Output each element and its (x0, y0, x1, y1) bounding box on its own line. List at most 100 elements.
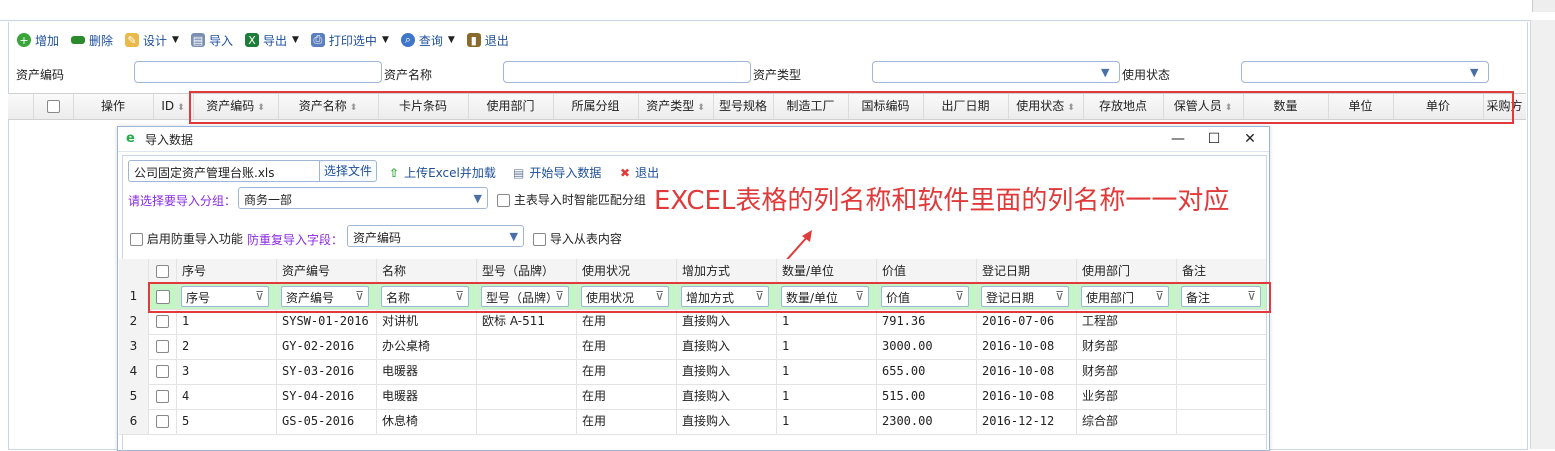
mapping-check-cell[interactable] (149, 284, 177, 309)
export-button[interactable]: X 导出 ▼ (244, 32, 299, 49)
dedupe-option[interactable]: 启用防重导入功能 (130, 230, 243, 247)
dialog-exit-button[interactable]: ✖ 退出 (620, 164, 659, 181)
minimize-button[interactable]: — (1168, 130, 1188, 148)
mapping-select[interactable]: 价值 ⊽ (881, 286, 969, 307)
col-header[interactable]: 使用状况 (577, 259, 677, 284)
table-row[interactable]: 3 2 GY-02-2016 办公桌椅 在用 直接购入 1 3000.00 2016-10-08… (119, 334, 1266, 360)
row-check-cell[interactable] (149, 384, 177, 409)
select-all-checkbox[interactable] (46, 100, 60, 113)
col-header[interactable]: 国标编码 (848, 94, 924, 119)
col-header[interactable]: 名称 (377, 259, 477, 284)
row-check-cell[interactable] (149, 409, 177, 434)
col-header[interactable]: 卡片条码 (378, 94, 469, 119)
import-sub-option[interactable]: 导入从表内容 (533, 230, 622, 247)
row-checkbox[interactable] (156, 315, 169, 328)
col-header[interactable]: 使用部门 (468, 94, 554, 119)
col-header[interactable]: 单位 (1328, 94, 1394, 119)
col-header[interactable]: 价值 (877, 259, 977, 284)
import-button[interactable]: ▤ 导入 (190, 32, 233, 49)
add-button[interactable]: + 增加 (17, 32, 59, 49)
mapping-select[interactable]: 增加方式 ⊽ (681, 286, 769, 307)
col-header[interactable]: 资产类型 ⬍ (638, 94, 714, 119)
mapping-select[interactable]: 名称 ⊽ (381, 286, 469, 307)
row-check-cell[interactable] (149, 359, 177, 384)
col-header[interactable]: 操作 (73, 94, 154, 119)
close-button[interactable]: ✕ (1240, 130, 1260, 148)
row-checkbox[interactable] (156, 390, 169, 403)
col-header[interactable]: 序号 (177, 259, 277, 284)
use-status-select[interactable]: ▼ (1241, 61, 1489, 83)
col-header[interactable]: 资产名称 ⬍ (278, 94, 379, 119)
group-label: 请选择要导入分组： (128, 194, 237, 208)
col-header[interactable]: 数量/单位 (777, 259, 877, 284)
col-header[interactable]: 资产编码 ⬍ (193, 94, 279, 119)
col-header[interactable]: 出厂日期 (923, 94, 1009, 119)
table-row[interactable]: 4 3 SY-03-2016 电暖器 在用 直接购入 1 655.00 2016-10-08 财务… (119, 359, 1266, 385)
add-icon: + (17, 33, 31, 47)
col-header[interactable]: 增加方式 (677, 259, 777, 284)
col-header[interactable]: 型号（品牌） (477, 259, 577, 284)
table-cell: 1 (777, 359, 877, 384)
row-checkbox[interactable] (156, 365, 169, 378)
upload-excel-button[interactable]: ⇧ 上传Excel并加载 (389, 164, 496, 181)
mapping-select[interactable]: 使用状况 ⊽ (581, 286, 669, 307)
col-header[interactable]: 所属分组 (553, 94, 639, 119)
asset-code-input[interactable] (134, 61, 382, 83)
print-button[interactable]: ⎙ 打印选中 ▼ (310, 32, 389, 49)
col-header[interactable]: 数量 (1243, 94, 1329, 119)
col-header[interactable]: 采购方 (1483, 94, 1526, 119)
mapping-select[interactable]: 型号（品牌） ⊽ (481, 286, 569, 307)
corner-icon (1532, 0, 1555, 12)
asset-name-input[interactable] (503, 61, 751, 83)
mapping-select[interactable]: 资产编号 ⊽ (281, 286, 369, 307)
col-header[interactable]: 单价 (1393, 94, 1484, 119)
group-select[interactable]: 商务一部 ▼ (238, 187, 488, 209)
file-name-input[interactable]: 公司固定资产管理台账.xls (128, 160, 320, 182)
mapping-select[interactable]: 使用部门 ⊽ (1081, 286, 1169, 307)
table-row[interactable]: 2 1 SYSW-01-2016 对讲机 欧标 A-511 在用 直接购入 1 791.36 20… (119, 309, 1266, 335)
app-logo-icon: e (126, 131, 135, 146)
mapping-select[interactable]: 备注 ⊽ (1181, 286, 1261, 307)
col-header[interactable]: ID ⬍ (153, 94, 194, 119)
col-header[interactable]: 存放地点 (1083, 94, 1164, 119)
delete-button[interactable]: 删除 (71, 32, 113, 49)
maximize-button[interactable]: ☐ (1204, 130, 1224, 148)
exit-button[interactable]: ▮ 退出 (466, 32, 509, 49)
select-all-cell[interactable] (33, 94, 74, 119)
col-header[interactable]: 资产编号 (277, 259, 377, 284)
select-all-cell[interactable] (149, 259, 177, 284)
row-checkbox[interactable] (156, 290, 170, 304)
mapping-select[interactable]: 数量/单位 ⊽ (781, 286, 869, 307)
right-scrollbar[interactable] (1530, 20, 1555, 449)
smart-match-option[interactable]: 主表导入时智能匹配分组 (497, 191, 646, 208)
col-header[interactable]: 使用状态 ⬍ (1008, 94, 1084, 119)
col-header[interactable]: 登记日期 (977, 259, 1077, 284)
smart-match-checkbox[interactable] (497, 194, 510, 207)
row-check-cell[interactable] (149, 309, 177, 334)
col-header[interactable]: 制造工厂 (773, 94, 849, 119)
row-checkbox[interactable] (156, 415, 169, 428)
sort-icon: ⬍ (177, 103, 185, 113)
asset-type-select[interactable]: ▼ (872, 61, 1120, 83)
filter-icon: ⊽ (755, 289, 764, 303)
import-sub-checkbox[interactable] (533, 233, 546, 246)
row-check-cell[interactable] (149, 334, 177, 359)
mapping-select[interactable]: 序号 ⊽ (181, 286, 269, 307)
col-header[interactable]: 型号规格 (713, 94, 774, 119)
row-checkbox[interactable] (156, 340, 169, 353)
design-button[interactable]: ✎ 设计 ▼ (125, 32, 179, 49)
dedupe-checkbox[interactable] (130, 233, 143, 246)
col-header[interactable]: 使用部门 (1077, 259, 1177, 284)
col-header[interactable]: 保管人员 ⬍ (1163, 94, 1244, 119)
dedupe-field-select[interactable]: 资产编码 ▼ (347, 225, 524, 247)
choose-file-button[interactable]: 选择文件 (319, 160, 377, 182)
col-header[interactable]: 备注 (1177, 259, 1266, 284)
table-cell: 4 (177, 384, 277, 409)
chevron-down-icon: ▼ (381, 35, 389, 45)
start-import-button[interactable]: ▤ 开始导入数据 (513, 164, 601, 181)
select-all-checkbox[interactable] (156, 265, 169, 278)
table-row[interactable]: 6 5 GS-05-2016 休息椅 在用 直接购入 1 2300.00 2016-12-12 综… (119, 409, 1266, 435)
table-row[interactable]: 5 4 SY-04-2016 电暖器 在用 直接购入 1 515.00 2016-10-08 业务… (119, 384, 1266, 410)
mapping-select[interactable]: 登记日期 ⊽ (981, 286, 1069, 307)
query-button[interactable]: ⌕ 查询 ▼ (400, 32, 455, 49)
